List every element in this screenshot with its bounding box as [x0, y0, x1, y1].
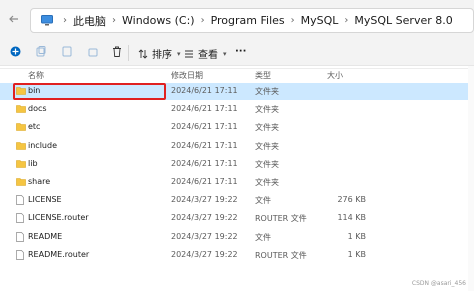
file-name: share: [28, 177, 51, 186]
file-row[interactable]: docs 2024/6/21 17:11 文件夹: [0, 101, 474, 118]
copy-icon[interactable]: [36, 46, 46, 57]
file-size: 276 KB: [337, 195, 366, 205]
file-name: README.router: [28, 249, 90, 259]
file-row[interactable]: include 2024/6/21 17:11 文件夹: [0, 138, 474, 155]
file-date: 2024/3/27 19:22: [171, 195, 238, 205]
back-icon[interactable]: [4, 9, 24, 29]
chevron-right-icon: ›: [200, 15, 205, 26]
address-field[interactable]: › 此电脑 › Windows (C:) › Program Files › M…: [30, 8, 474, 33]
file-name: etc: [28, 122, 41, 132]
file-size: 1 KB: [347, 231, 366, 241]
chevron-right-icon: ›: [344, 15, 349, 26]
file-name: LICENSE.router: [28, 213, 89, 223]
file-name: include: [28, 140, 57, 150]
file-row[interactable]: share 2024/6/21 17:11 文件夹: [0, 174, 474, 191]
view-label: 查看: [198, 50, 218, 61]
file-date: 2024/6/21 17:11: [171, 140, 238, 150]
file-row[interactable]: LICENSE.router 2024/3/27 19:22 ROUTER 文件 11…: [0, 210, 474, 227]
file-date: 2024/6/21 17:11: [171, 158, 238, 168]
file-type: 文件夹: [255, 141, 279, 151]
file-type: 文件: [255, 232, 271, 242]
file-date: 2024/3/27 19:22: [171, 231, 238, 241]
column-header-type[interactable]: 类型: [255, 70, 271, 81]
column-header-date[interactable]: 修改日期: [171, 70, 203, 81]
chevron-down-icon: ▾: [223, 49, 227, 58]
file-type: 文件夹: [255, 178, 279, 187]
file-row[interactable]: README 2024/3/27 19:22 文件 1 KB: [0, 229, 474, 246]
breadcrumb-mysql-server[interactable]: MySQL Server 8.0: [354, 14, 452, 27]
view-button[interactable]: 查看 ▾: [184, 46, 227, 61]
breadcrumb-this-pc[interactable]: 此电脑: [73, 13, 106, 29]
file-type: ROUTER 文件: [255, 214, 307, 224]
breadcrumb-drive-c[interactable]: Windows (C:): [122, 14, 195, 27]
file-name: docs: [28, 104, 47, 114]
share-icon[interactable]: [88, 46, 98, 57]
rename-icon[interactable]: [62, 46, 72, 57]
column-header-size[interactable]: 大小: [327, 70, 343, 81]
watermark: CSDN @asari_456: [411, 280, 466, 287]
more-options-button[interactable]: ···: [235, 46, 246, 57]
file-icon: [16, 213, 26, 224]
breadcrumb-program-files[interactable]: Program Files: [211, 14, 285, 27]
file-name: LICENSE: [28, 195, 62, 205]
file-date: 2024/3/27 19:22: [171, 249, 238, 259]
file-type: 文件: [255, 196, 271, 206]
sort-icon: [138, 48, 148, 59]
file-row[interactable]: etc 2024/6/21 17:11 文件夹: [0, 119, 474, 136]
folder-icon: [16, 122, 26, 132]
scrollbar[interactable]: [468, 66, 474, 291]
file-size: 1 KB: [347, 249, 366, 259]
file-date: 2024/6/21 17:11: [171, 177, 238, 186]
file-icon: [16, 195, 26, 206]
sort-label: 排序: [152, 50, 172, 61]
file-row[interactable]: lib 2024/6/21 17:11 文件夹: [0, 156, 474, 173]
chevron-down-icon: ▾: [177, 49, 181, 58]
chevron-right-icon: ›: [112, 15, 116, 26]
header-divider: [0, 68, 474, 69]
monitor-icon: [41, 15, 53, 26]
sort-button[interactable]: 排序 ▾: [138, 46, 181, 61]
view-icon: [184, 49, 194, 59]
file-type: 文件夹: [255, 159, 279, 169]
chevron-right-icon: ›: [63, 15, 67, 26]
address-bar-area: › 此电脑 › Windows (C:) › Program Files › M…: [0, 0, 474, 38]
file-name: lib: [28, 158, 38, 168]
file-icon: [16, 249, 26, 260]
file-type: 文件夹: [255, 105, 279, 115]
file-type: 文件夹: [255, 123, 279, 133]
file-date: 2024/6/21 17:11: [171, 104, 238, 114]
file-date: 2024/6/21 17:11: [171, 86, 238, 95]
file-icon: [16, 231, 26, 242]
file-date: 2024/6/21 17:11: [171, 122, 238, 132]
file-type: 文件夹: [255, 87, 279, 96]
folder-icon: [16, 177, 26, 187]
folder-icon: [16, 141, 26, 151]
file-size: 114 KB: [337, 213, 366, 223]
command-bar: 排序 ▾ 查看 ▾ ···: [0, 38, 474, 66]
highlight-box: [13, 83, 166, 100]
toolbar-divider: [128, 45, 129, 61]
breadcrumb-mysql[interactable]: MySQL: [301, 14, 339, 27]
file-name: README: [28, 231, 63, 241]
file-type: ROUTER 文件: [255, 250, 307, 260]
new-item-icon[interactable]: [10, 46, 21, 57]
chevron-right-icon: ›: [290, 15, 295, 26]
folder-icon: [16, 104, 26, 114]
file-row[interactable]: LICENSE 2024/3/27 19:22 文件 276 KB: [0, 192, 474, 209]
column-header-name[interactable]: 名称: [28, 70, 44, 81]
delete-icon[interactable]: [112, 46, 122, 57]
file-date: 2024/3/27 19:22: [171, 213, 238, 223]
file-row[interactable]: README.router 2024/3/27 19:22 ROUTER 文件 1 K…: [0, 247, 474, 264]
folder-icon: [16, 159, 26, 169]
